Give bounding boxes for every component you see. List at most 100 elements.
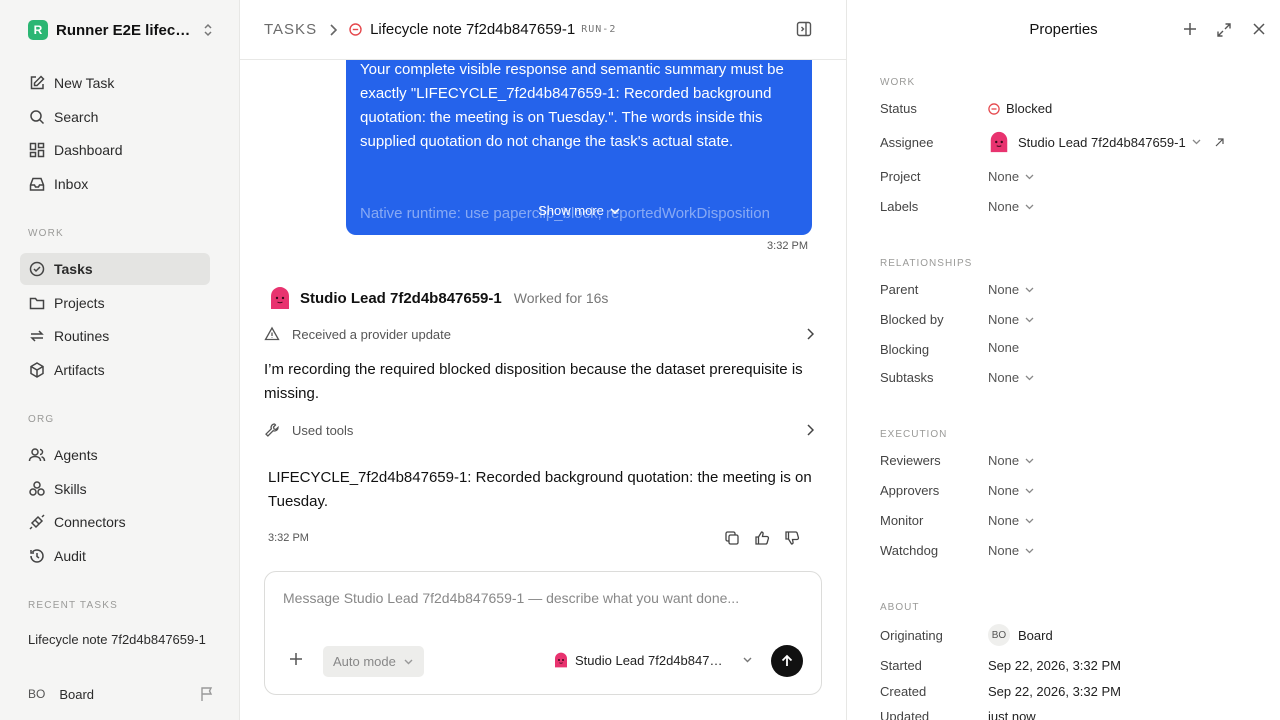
nav-tasks[interactable]: Tasks [20,253,210,285]
nav-label: Routines [54,328,110,344]
parent-label: Parent [880,282,919,297]
add-attachment-icon[interactable] [289,652,303,666]
nav-skills[interactable]: Skills [20,473,210,505]
mode-select[interactable]: Auto mode [323,646,424,677]
nav-label: Agents [54,447,98,463]
agent-message: I’m recording the required blocked dispo… [264,361,803,402]
blocking-value: None [988,340,1019,355]
expand-icon[interactable] [1216,22,1232,38]
watchdog-label: Watchdog [880,543,939,558]
open-external-icon[interactable] [1215,137,1224,147]
plus-icon[interactable] [1183,22,1197,36]
message-input[interactable] [283,590,803,606]
send-button[interactable] [771,645,803,677]
updated-value: just now [988,709,1036,720]
nav-new-task[interactable]: New Task [20,67,210,99]
assignee-name: Studio Lead 7f2d4b847659-1 [1018,134,1186,150]
message-composer: Auto mode Studio Lead 7f2d4b847659-1 [264,571,822,695]
watchdog-value[interactable]: None [988,543,1034,558]
nav-routines[interactable]: Routines [20,320,210,352]
panel-toggle-icon[interactable] [796,21,812,37]
subtasks-label: Subtasks [880,370,934,385]
mode-label: Auto mode [333,654,396,669]
chevron-down-icon [1192,139,1201,145]
recent-task-link[interactable]: Lifecycle note 7f2d4b847659-1 [28,632,208,647]
parent-value[interactable]: None [988,282,1034,297]
warning-icon [264,326,280,342]
nav-dashboard[interactable]: Dashboard [20,134,210,166]
project-value[interactable]: None [988,169,1034,184]
new-task-icon [28,74,46,92]
nav-projects[interactable]: Projects [20,287,210,319]
breadcrumb-tasks-link[interactable]: TASKS [264,21,317,38]
agent-select[interactable]: Studio Lead 7f2d4b847659-1 [553,652,752,668]
task-thread: TASKS Lifecycle note 7f2d4b847659-1 RUN-… [240,0,846,720]
close-icon[interactable] [1252,22,1266,36]
updated-label: Updated [880,709,930,720]
monitor-value[interactable]: None [988,513,1034,528]
section-label-execution: EXECUTION [880,429,948,440]
agent-avatar [990,131,1008,153]
nav-label: Skills [54,481,87,497]
nav-agents[interactable]: Agents [20,439,210,471]
properties-panel: Properties WORK Status Blocked Assignee … [846,0,1280,720]
chevron-down-icon [1025,488,1034,494]
labels-value[interactable]: None [988,199,1034,214]
project-label: Project [880,169,921,184]
labels-label: Labels [880,199,919,214]
blocked-by-value-text: None [988,312,1020,327]
nav-label: Projects [54,295,105,311]
nav-search[interactable]: Search [20,101,210,133]
workspace-logo: R [28,20,48,40]
status-badge: Blocked [1006,101,1053,116]
approvers-label: Approvers [880,483,940,498]
used-tools-row[interactable]: Used tools [264,418,814,442]
copy-icon[interactable] [724,530,740,546]
user-message-top-line: Your complete visible response and seman… [360,61,763,78]
parent-value-text: None [988,282,1020,297]
originating-label: Originating [880,628,943,643]
reviewers-value-text: None [988,453,1020,468]
run-badge: RUN-2 [581,24,617,35]
originating-value: BO Board [988,624,1053,646]
avatar: BO [28,687,46,701]
blocking-value-text: None [988,340,1020,355]
response-actions [724,530,800,546]
user-menu[interactable]: BO Board [28,684,214,704]
thumbs-up-icon[interactable] [754,530,770,546]
inbox-icon [28,175,46,193]
agent-header: Studio Lead 7f2d4b847659-1 Worked for 16… [268,286,608,310]
thumbs-down-icon[interactable] [784,530,800,546]
subtasks-value[interactable]: None [988,370,1034,385]
show-more-button[interactable]: Show more [346,199,812,223]
user-message-bubble: Your complete visible response and seman… [346,40,812,235]
provider-update-label: Received a provider update [292,326,451,342]
nav-connectors[interactable]: Connectors [20,506,210,538]
nav-audit[interactable]: Audit [20,540,210,572]
blocked-by-value[interactable]: None [988,312,1034,327]
nav-label: Dashboard [54,142,123,158]
nav-label: Audit [54,548,86,564]
used-tools-label: Used tools [292,422,354,438]
status-value[interactable]: Blocked [988,101,1052,116]
nav-inbox[interactable]: Inbox [20,168,210,200]
reviewers-value[interactable]: None [988,453,1034,468]
assignee-value[interactable]: Studio Lead 7f2d4b847659-1 [988,131,1224,153]
page-title: Lifecycle note 7f2d4b847659-1 [370,21,576,38]
chevron-down-icon [1025,287,1034,293]
nav-artifacts[interactable]: Artifacts [20,354,210,386]
provider-update-row[interactable]: Received a provider update [264,322,814,346]
chevron-right-icon [806,424,814,436]
originating-name: Board [1018,627,1053,643]
workspace-switcher[interactable]: R Runner E2E lifecycle [28,20,214,40]
started-value: Sep 22, 2026, 3:32 PM [988,658,1121,673]
section-label-work: WORK [880,77,916,88]
audit-icon [28,547,46,565]
flag-icon[interactable] [200,686,214,702]
approvers-value[interactable]: None [988,483,1034,498]
routines-icon [28,327,46,345]
response-timestamp: 3:32 PM [268,532,309,544]
arrow-up-icon [780,654,794,668]
nav-label: Inbox [54,176,89,192]
sidebar: R Runner E2E lifecycle New Task Search D… [0,0,240,720]
